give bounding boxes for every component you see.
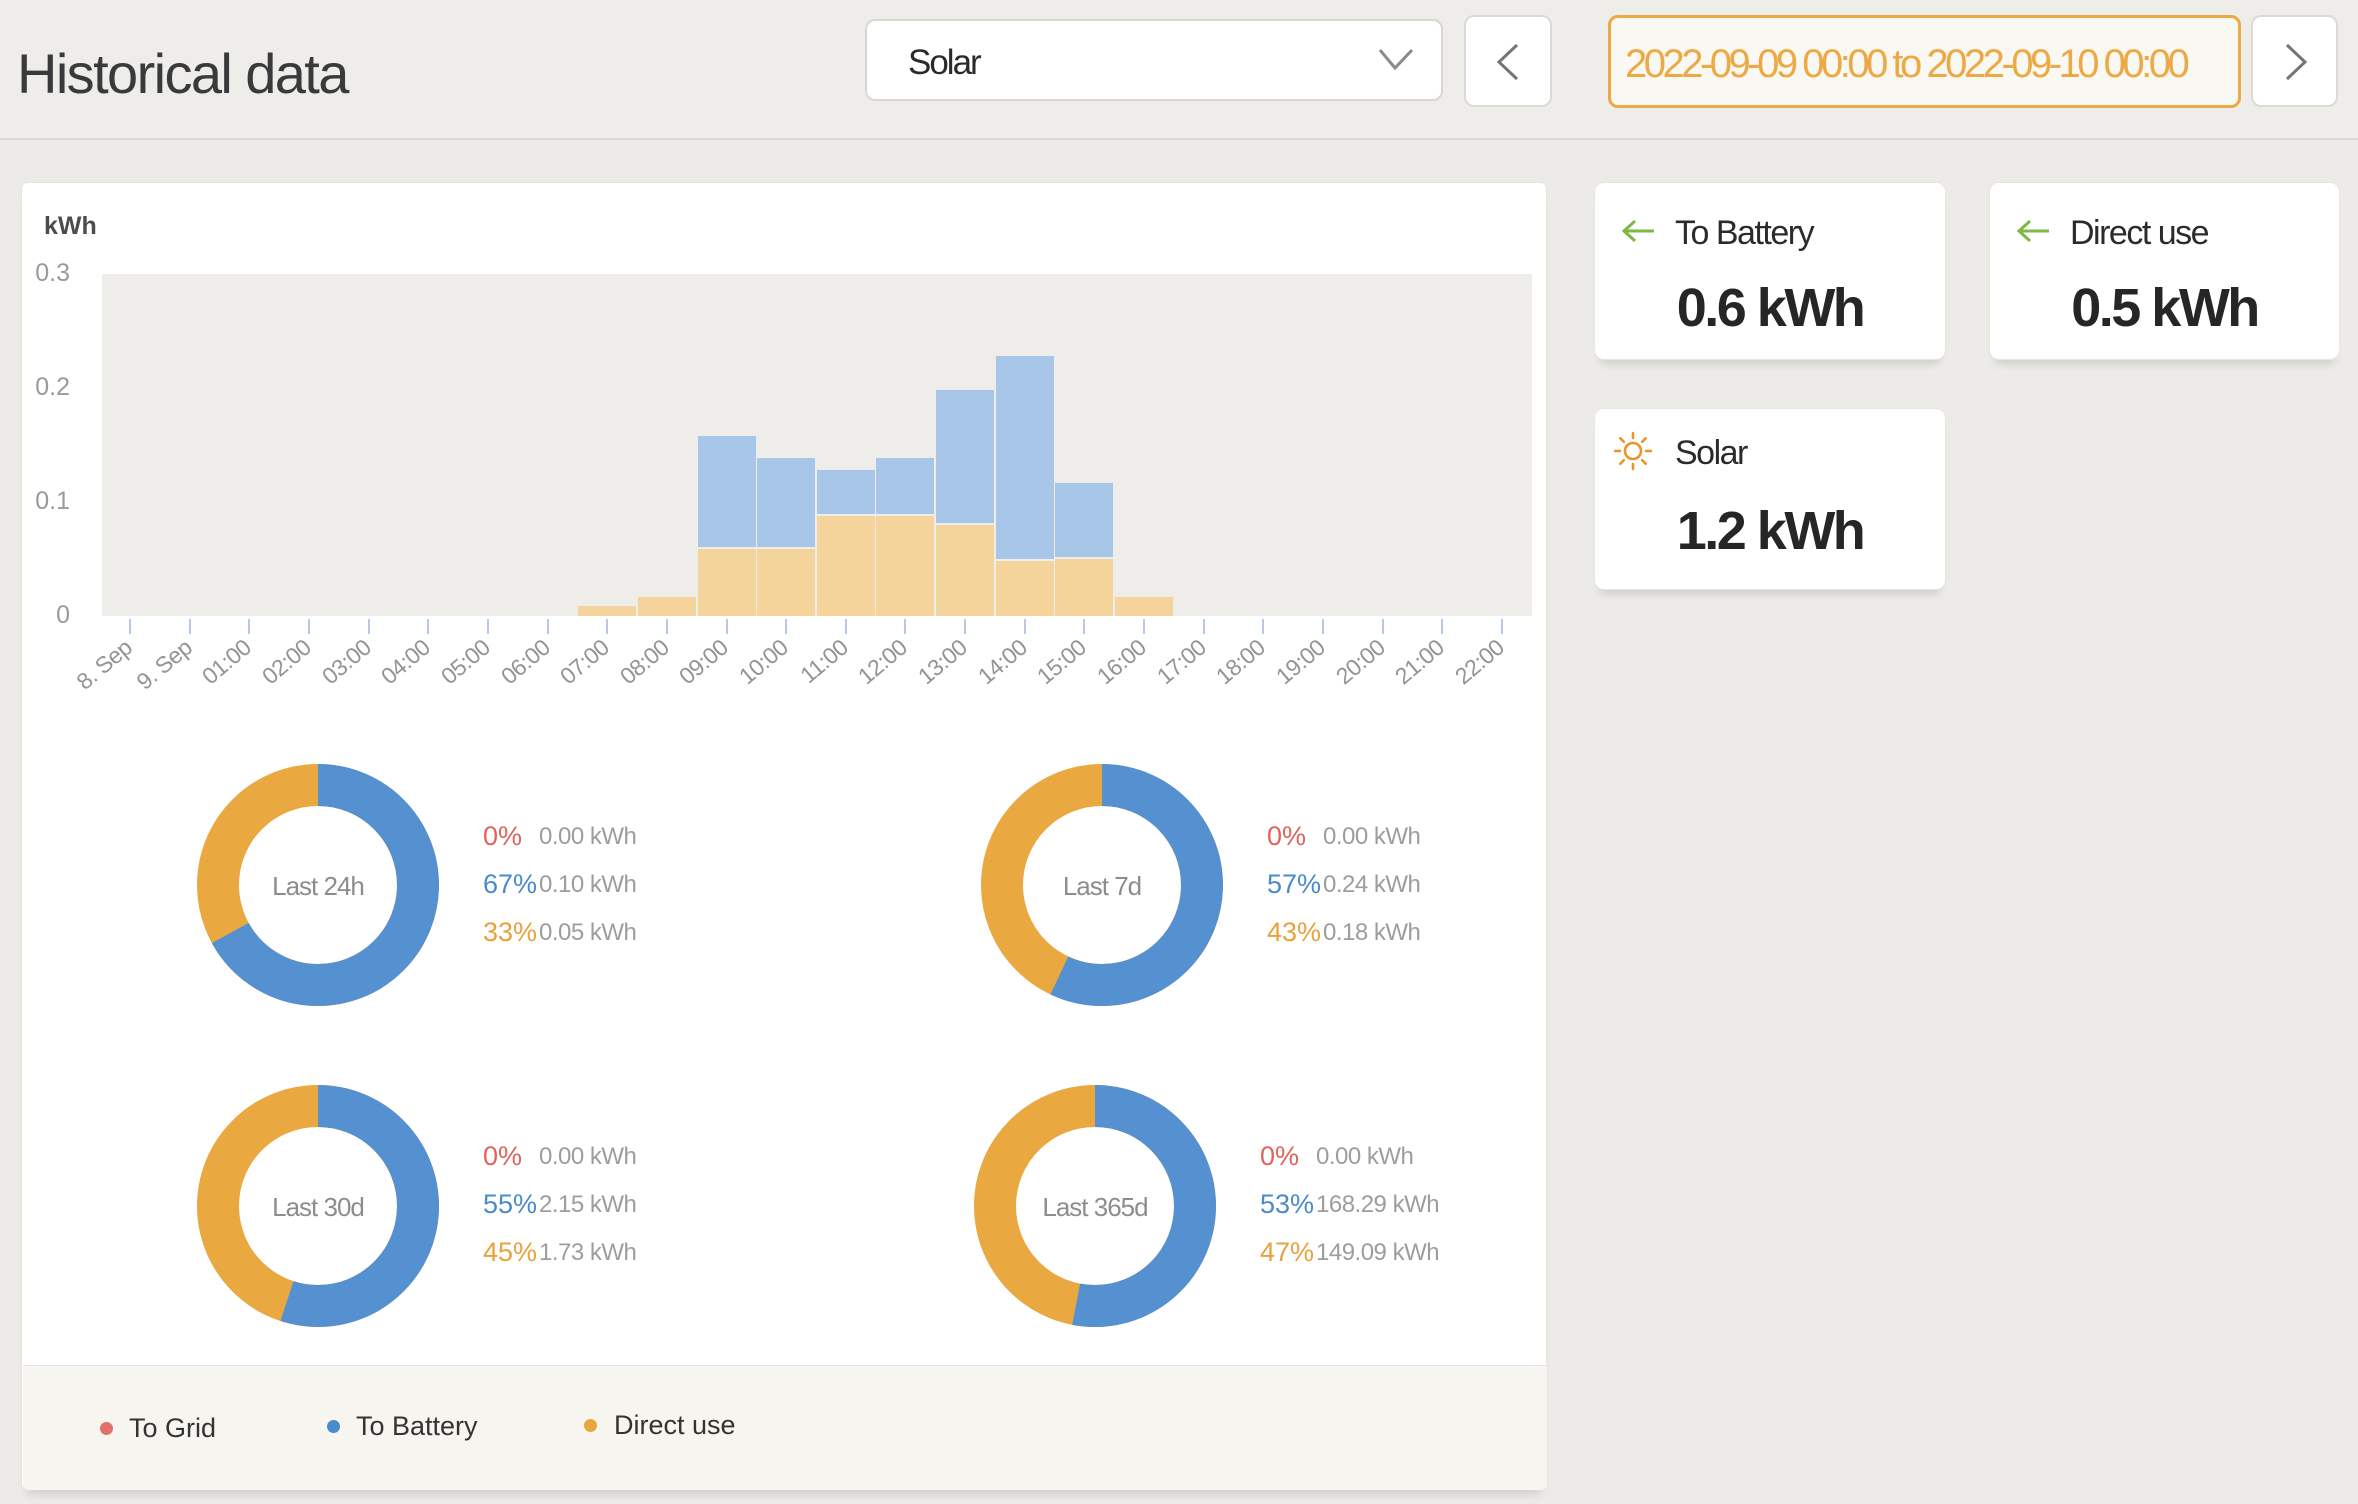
svg-text:Last 7d: Last 7d [1063, 871, 1141, 901]
svg-text:Last 30d: Last 30d [272, 1192, 364, 1222]
svg-text:Last 24h: Last 24h [272, 871, 364, 901]
svg-text:Last 365d: Last 365d [1042, 1192, 1147, 1222]
